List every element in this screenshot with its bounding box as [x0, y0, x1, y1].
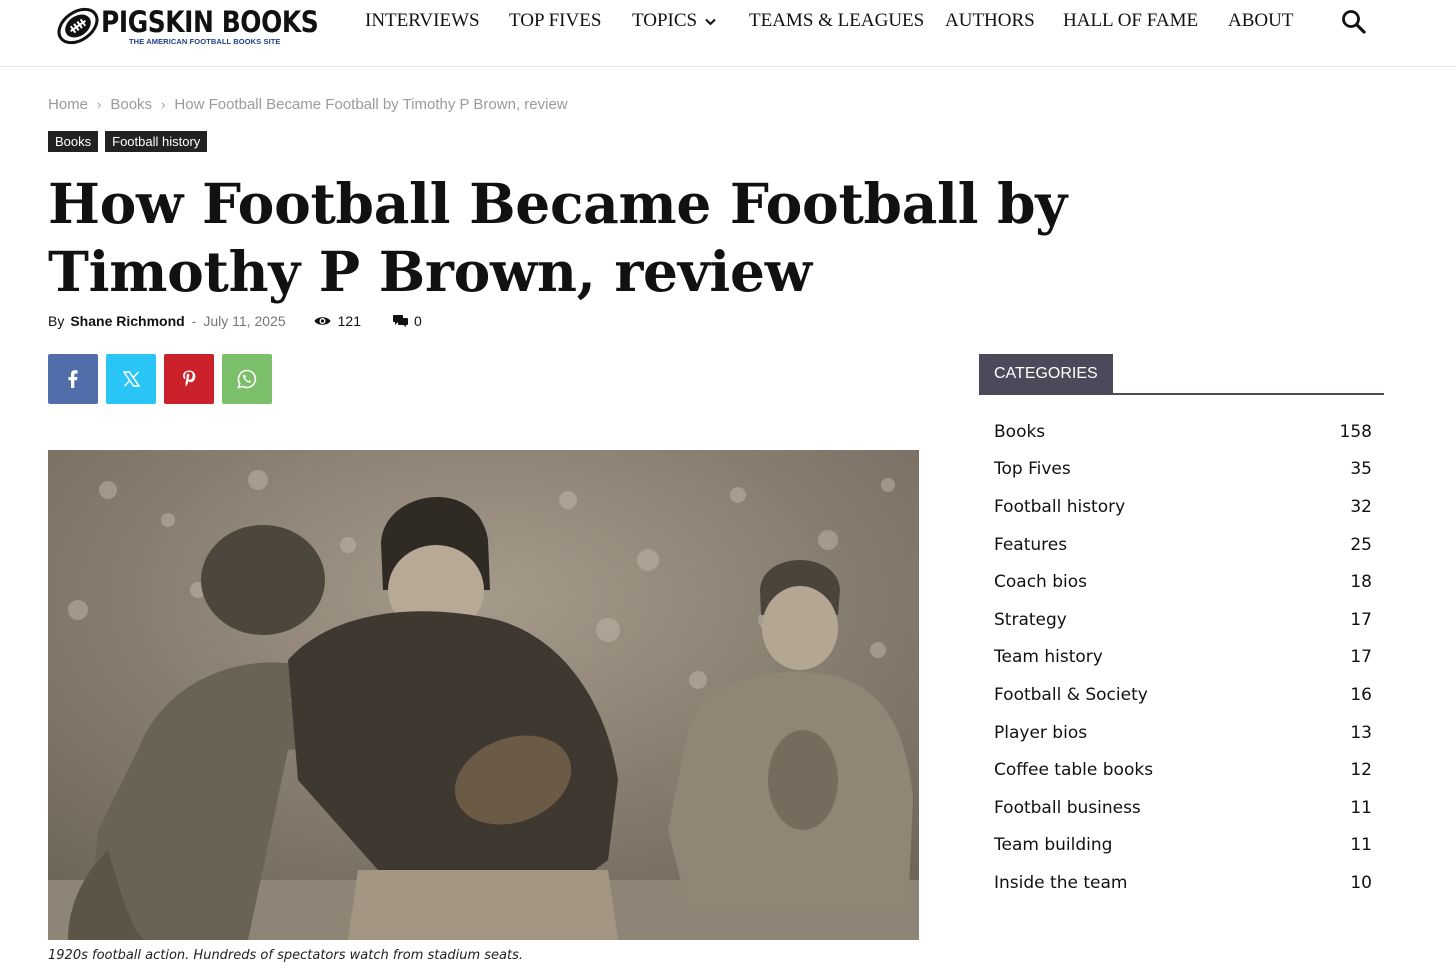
category-name: Coffee table books [994, 760, 1154, 781]
category-item[interactable]: Football business 11 [994, 789, 1372, 827]
category-count: 10 [1350, 872, 1372, 893]
category-item[interactable]: Coach bios 18 [994, 563, 1372, 601]
category-count: 13 [1350, 722, 1372, 743]
category-tags: Books Football history [48, 131, 208, 152]
category-item[interactable]: Player bios 13 [994, 714, 1372, 752]
category-name: Inside the team [994, 872, 1128, 893]
category-name: Features [994, 534, 1068, 555]
share-facebook-button[interactable] [48, 354, 98, 404]
x-icon [122, 371, 140, 387]
category-item[interactable]: Football & Society 16 [994, 676, 1372, 714]
categories-widget-title: CATEGORIES [979, 354, 1113, 393]
breadcrumb-books[interactable]: Books [110, 96, 152, 113]
author-link[interactable]: Shane Richmond [70, 313, 184, 329]
category-item[interactable]: Strategy 17 [994, 601, 1372, 639]
category-count: 158 [1339, 421, 1372, 442]
view-count-value: 121 [337, 313, 361, 329]
search-button[interactable] [1341, 9, 1367, 35]
category-count: 35 [1350, 459, 1372, 480]
category-item[interactable]: Features 25 [994, 526, 1372, 564]
site-tagline: THE AMERICAN FOOTBALL BOOKS SITE [129, 37, 281, 46]
category-name: Team building [994, 835, 1113, 856]
breadcrumb-separator: › [97, 97, 102, 112]
breadcrumb: Home › Books › How Football Became Football … [48, 96, 568, 113]
tag-books[interactable]: Books [48, 131, 99, 152]
facebook-icon [68, 370, 78, 388]
comment-count-value: 0 [413, 313, 422, 329]
category-name: Team history [994, 647, 1103, 668]
categories-widget-header: CATEGORIES [979, 354, 1384, 395]
category-count: 25 [1350, 534, 1372, 555]
category-count: 11 [1350, 797, 1372, 818]
category-name: Football business [994, 797, 1141, 818]
view-count: 121 [314, 313, 361, 329]
football-logo-icon [57, 7, 99, 45]
site-name: PIGSKIN BOOKS [101, 5, 319, 39]
category-item[interactable]: Coffee table books 12 [994, 751, 1372, 789]
chevron-down-icon [705, 18, 716, 26]
share-pinterest-button[interactable] [164, 354, 214, 404]
nav-item-top-fives[interactable]: TOP FIVES [509, 10, 601, 32]
featured-photo-illustration [48, 450, 919, 940]
pinterest-icon [183, 370, 196, 387]
category-item[interactable]: Team history 17 [994, 639, 1372, 677]
category-item[interactable]: Team building 11 [994, 827, 1372, 865]
category-count: 17 [1350, 647, 1372, 668]
share-whatsapp-button[interactable] [222, 354, 272, 404]
eye-icon [314, 317, 331, 325]
site-logo[interactable]: PIGSKIN BOOKS THE AMERICAN FOOTBALL BOOK… [55, 3, 319, 49]
category-count: 18 [1350, 572, 1372, 593]
category-name: Coach bios [994, 572, 1087, 593]
nav-item-about[interactable]: ABOUT [1228, 10, 1293, 32]
category-name: Football & Society [994, 684, 1148, 705]
categories-list: Books 158 Top Fives 35 Football history 32 … [994, 413, 1372, 902]
share-buttons [48, 354, 272, 404]
byline-label: By [48, 313, 65, 329]
comments-icon [392, 315, 408, 327]
comment-count[interactable]: 0 [392, 313, 422, 329]
category-name: Books [994, 421, 1046, 442]
category-item[interactable]: Football history 32 [994, 488, 1372, 526]
nav-item-topics-label: TOPICS [632, 10, 698, 31]
category-count: 17 [1350, 609, 1372, 630]
site-header: PIGSKIN BOOKS THE AMERICAN FOOTBALL BOOK… [0, 0, 1456, 67]
nav-item-hall-of-fame[interactable]: HALL OF FAME [1063, 10, 1198, 32]
tag-football-history[interactable]: Football history [105, 131, 208, 152]
category-name: Football history [994, 496, 1126, 517]
category-count: 12 [1350, 760, 1372, 781]
category-item[interactable]: Inside the team 10 [994, 864, 1372, 902]
whatsapp-icon [237, 369, 257, 389]
article-title: How Football Became Football by Timothy … [48, 171, 1067, 304]
share-x-button[interactable] [106, 354, 156, 404]
category-name: Strategy [994, 609, 1067, 630]
category-name: Player bios [994, 722, 1088, 743]
category-item[interactable]: Books 158 [994, 413, 1372, 451]
breadcrumb-separator: › [161, 97, 166, 112]
category-count: 16 [1350, 684, 1372, 705]
category-name: Top Fives [994, 459, 1071, 480]
category-count: 11 [1350, 835, 1372, 856]
breadcrumb-current: How Football Became Football by Timothy … [174, 96, 568, 113]
category-count: 32 [1350, 496, 1372, 517]
nav-item-interviews[interactable]: INTERVIEWS [365, 10, 480, 32]
featured-image[interactable] [48, 450, 919, 940]
search-icon [1342, 10, 1366, 34]
nav-item-topics[interactable]: TOPICS [632, 10, 716, 32]
image-caption: 1920s football action. Hundreds of spect… [48, 948, 523, 963]
category-item[interactable]: Top Fives 35 [994, 451, 1372, 489]
nav-item-authors[interactable]: AUTHORS [945, 10, 1035, 32]
article-meta: By Shane Richmond - July 11, 2025 121 0 [48, 313, 422, 329]
breadcrumb-home[interactable]: Home [48, 96, 88, 113]
meta-separator: - [191, 313, 197, 329]
nav-item-teams-leagues[interactable]: TEAMS & LEAGUES [749, 10, 924, 32]
publish-date: July 11, 2025 [203, 313, 286, 329]
